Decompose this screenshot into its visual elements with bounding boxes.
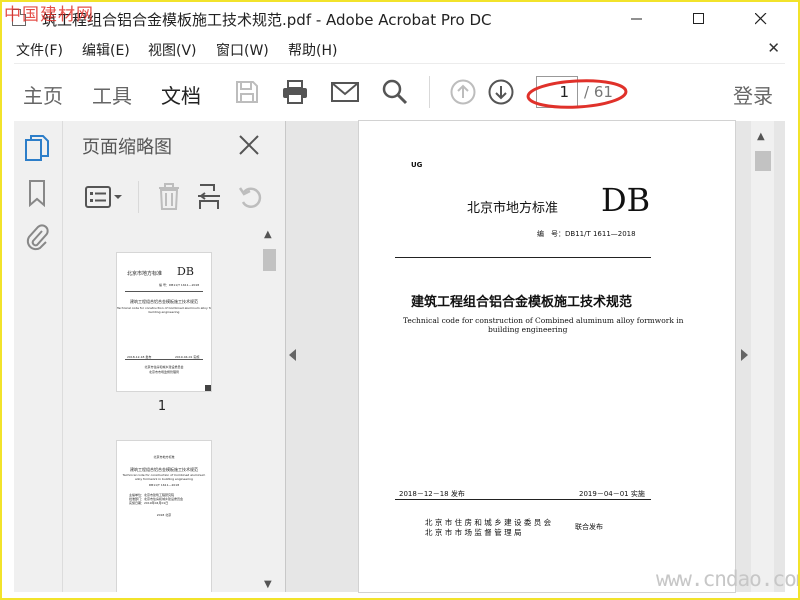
doc-title-en-line2: building engineering bbox=[488, 325, 568, 334]
panel-title: 页面缩略图 bbox=[82, 137, 172, 158]
header-rule bbox=[395, 257, 651, 258]
collapse-panel-arrow-icon[interactable] bbox=[289, 349, 296, 361]
pdf-page: UG 北京市地方标准 DB 编 号：DB11/T 1611—2018 建筑工程组… bbox=[359, 121, 735, 592]
doc-number: 编 号：DB11/T 1611—2018 bbox=[537, 230, 636, 238]
panel-toolbar bbox=[63, 173, 285, 221]
document-scrollbar[interactable]: ▲ bbox=[751, 121, 774, 592]
doc-joint-issue: 联合发布 bbox=[575, 523, 603, 531]
panel-divider bbox=[138, 181, 139, 213]
menu-edit[interactable]: 编辑(E) bbox=[82, 40, 130, 60]
doc-issuer-2: 北 京 市 市 场 监 督 管 理 局 bbox=[425, 528, 522, 537]
thumbnail-scrollbar[interactable]: ▲ ▼ bbox=[261, 227, 278, 592]
login-button[interactable]: 登录 bbox=[733, 80, 773, 109]
window-title: 筑工程组合铝合金模板施工技术规范.pdf - Adobe Acrobat Pro… bbox=[42, 11, 492, 29]
save-icon[interactable] bbox=[233, 78, 261, 106]
page-number-input[interactable]: 1 bbox=[536, 76, 578, 108]
scroll-down-arrow-icon[interactable]: ▼ bbox=[264, 579, 272, 590]
thumbnail-label: 1 bbox=[157, 399, 167, 414]
menu-help[interactable]: 帮助(H) bbox=[288, 40, 337, 60]
mail-icon[interactable] bbox=[331, 78, 359, 106]
scroll-up-arrow-icon[interactable]: ▲ bbox=[264, 229, 272, 240]
minimize-icon bbox=[631, 18, 642, 20]
menu-bar: 文件(F) 编辑(E) 视图(V) 窗口(W) 帮助(H) ✕ bbox=[2, 36, 798, 60]
watermark-bottom: www.cndao.com bbox=[656, 567, 800, 591]
search-icon[interactable] bbox=[381, 78, 409, 106]
menu-file[interactable]: 文件(F) bbox=[16, 40, 63, 60]
page-total: / 61 bbox=[584, 83, 613, 101]
doc-title-en-line1: Technical code for construction of Combi… bbox=[403, 316, 684, 325]
page-thumbnail-1[interactable]: 北京市地方标准 DB 编 号：DB11/T 1611—2018 建筑工程组合铝合… bbox=[117, 253, 211, 391]
rotate-page-icon[interactable] bbox=[235, 181, 267, 213]
delete-page-icon[interactable] bbox=[153, 181, 185, 213]
menu-view[interactable]: 视图(V) bbox=[148, 40, 197, 60]
tab-tools[interactable]: 工具 bbox=[92, 80, 132, 109]
doc-code-mark: UG bbox=[411, 161, 423, 169]
doc-scrollbar-thumb[interactable] bbox=[755, 151, 771, 171]
doc-db-mark: DB bbox=[601, 181, 651, 219]
maximize-button[interactable] bbox=[676, 4, 722, 34]
doc-title-cn: 建筑工程组合铝合金模板施工技术规范 bbox=[411, 295, 633, 310]
menu-window[interactable]: 窗口(W) bbox=[216, 40, 269, 60]
tab-document[interactable]: 文档 bbox=[161, 80, 201, 127]
insert-page-icon[interactable] bbox=[193, 181, 225, 213]
thumbnail-options-icon[interactable] bbox=[83, 181, 125, 213]
maximize-icon bbox=[693, 13, 704, 24]
scrollbar-thumb[interactable] bbox=[263, 249, 276, 271]
close-window-button[interactable] bbox=[738, 4, 784, 34]
close-icon bbox=[755, 13, 767, 25]
page-down-icon[interactable] bbox=[487, 78, 515, 106]
footer-rule bbox=[395, 499, 651, 500]
page-thumbnails-icon[interactable] bbox=[22, 133, 52, 165]
navigation-rail bbox=[14, 121, 63, 592]
doc-standard-type: 北京市地方标准 bbox=[467, 201, 559, 216]
page-up-icon[interactable] bbox=[449, 78, 477, 106]
thumbnail-list: 北京市地方标准 DB 编 号：DB11/T 1611—2018 建筑工程组合铝合… bbox=[63, 227, 261, 592]
tab-home[interactable]: 主页 bbox=[23, 80, 63, 109]
expand-pane-arrow-icon[interactable] bbox=[741, 349, 748, 361]
page-thumbnail-2[interactable]: 北京市地方标准 建筑工程组合铝合金模板施工技术规范 Technical code… bbox=[117, 441, 211, 592]
thumbnail-panel: 页面缩略图 北京市地方标准 DB 编 号：DB11/T 1611—2018 建筑… bbox=[63, 121, 286, 592]
toolbar-divider bbox=[429, 76, 430, 108]
doc-issue-date: 2018－12－18 发布 bbox=[399, 490, 465, 498]
close-document-icon[interactable]: ✕ bbox=[767, 39, 780, 57]
doc-scroll-up-icon[interactable]: ▲ bbox=[757, 131, 765, 142]
close-icon bbox=[239, 135, 259, 155]
minimize-button[interactable] bbox=[614, 4, 660, 34]
bookmark-icon[interactable] bbox=[22, 177, 52, 209]
title-bar: 筑工程组合铝合金模板施工技术规范.pdf - Adobe Acrobat Pro… bbox=[2, 2, 798, 34]
document-view: UG 北京市地方标准 DB 编 号：DB11/T 1611—2018 建筑工程组… bbox=[286, 121, 785, 592]
print-icon[interactable] bbox=[281, 78, 309, 106]
watermark-top: 中国建材网 bbox=[4, 5, 94, 25]
main-toolbar: 主页 工具 文档 1 / 61 登录 bbox=[14, 63, 785, 127]
close-panel-button[interactable] bbox=[235, 131, 263, 159]
doc-implement-date: 2019－04－01 实施 bbox=[579, 490, 645, 498]
attachment-icon[interactable] bbox=[22, 221, 52, 253]
